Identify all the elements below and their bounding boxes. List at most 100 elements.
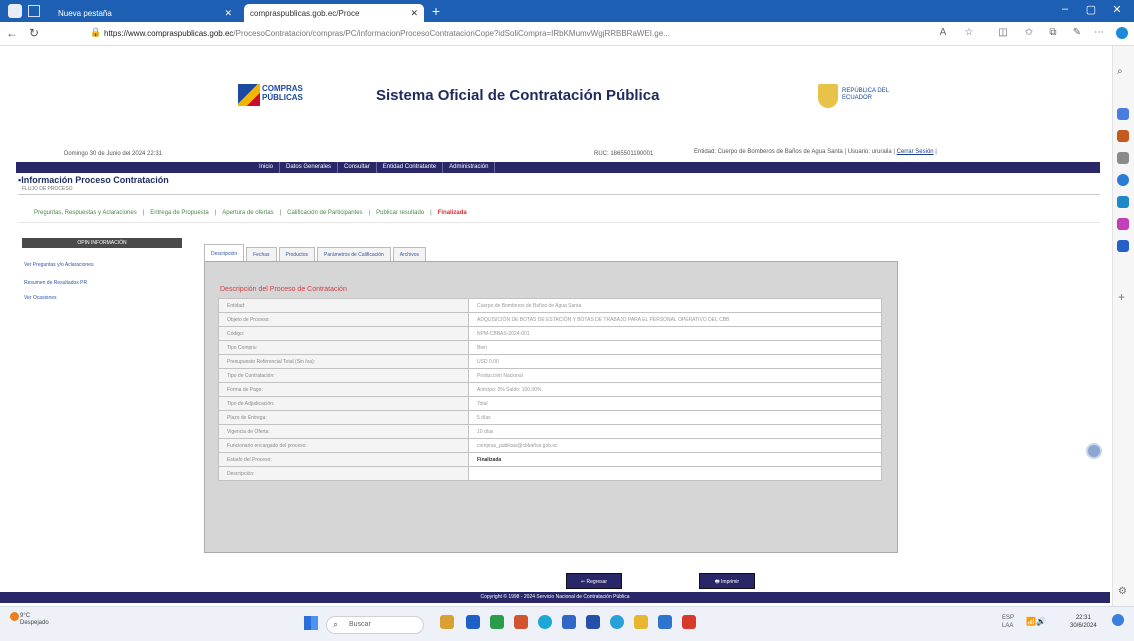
maximize-icon[interactable]: ▢ <box>1080 3 1102 16</box>
more-menu-icon[interactable]: ⋯ <box>1092 27 1106 38</box>
settings-gear-icon[interactable]: ⚙ <box>1118 586 1127 597</box>
read-aloud-icon[interactable]: A <box>936 27 950 38</box>
clock[interactable]: 22:31 30/6/2024 <box>1070 614 1097 630</box>
outlook-icon[interactable] <box>1117 218 1129 230</box>
row-value: Producción Nacional <box>468 368 882 383</box>
file-explorer-icon[interactable] <box>634 615 648 629</box>
app-icon[interactable] <box>658 615 672 629</box>
search-icon: ⌕ <box>333 619 339 629</box>
extensions-icon[interactable]: ✎ <box>1070 27 1084 38</box>
country-text: REPÚBLICA DEL ECUADOR <box>842 88 889 101</box>
notification-icon[interactable] <box>1112 614 1124 626</box>
row-label: Tipo Compra: <box>218 340 469 355</box>
favorites-icon[interactable]: ✩ <box>1022 27 1036 38</box>
back-button[interactable]: ⇐ Regresar <box>566 573 622 589</box>
close-window-icon[interactable]: ✕ <box>1106 3 1128 16</box>
language-indicator[interactable]: ESP LAA <box>1002 614 1014 630</box>
tab-fechas[interactable]: Fechas <box>246 247 277 262</box>
link-resumen[interactable]: Resumen de Resultados PR <box>24 280 87 286</box>
description-table: Entidad: Cuerpo de Bomberos de Baños de A… <box>218 298 882 481</box>
process-steps: Preguntas, Respuestas y Aclaraciones | En… <box>34 210 467 216</box>
row-label: Funcionario encargado del proceso: <box>218 438 469 453</box>
ecuador-shield-logo <box>818 84 838 108</box>
row-label: Tipo de Adjudicación: <box>218 396 469 411</box>
row-label: Descripción: <box>218 466 469 481</box>
tab-actions-icon[interactable] <box>28 5 40 17</box>
games-icon[interactable] <box>1117 174 1129 186</box>
link-ocasiones[interactable]: Ver Ocasiones <box>24 295 57 301</box>
tab-parametros[interactable]: Parámetros de Calificación <box>317 247 391 262</box>
copilot-icon[interactable] <box>1116 27 1128 39</box>
print-button[interactable]: 🖶 Imprimir <box>699 573 755 589</box>
step-publicar[interactable]: Publicar resultado <box>376 210 424 216</box>
table-row: Objeto de Proceso: ADQUISICIÓN DE BOTAS D… <box>218 312 882 327</box>
nav-inicio[interactable]: Inicio <box>253 162 281 173</box>
row-value: Anticipo: 0% Saldo: 100.00% <box>468 382 882 397</box>
nav-datos-generales[interactable]: Datos Generales <box>280 162 339 173</box>
row-label: Código: <box>218 326 469 341</box>
split-screen-icon[interactable]: ◫ <box>996 27 1010 38</box>
close-icon[interactable]: ✕ <box>410 8 418 19</box>
browser-tab-active[interactable]: compraspublicas.gob.ec/Proce ✕ <box>244 4 424 22</box>
floating-action-icon[interactable] <box>1086 443 1102 459</box>
close-icon[interactable]: ✕ <box>224 8 232 19</box>
favorite-star-icon[interactable]: ☆ <box>962 27 976 38</box>
url-path: /ProcesoContratacion/compras/PC/informac… <box>233 29 670 38</box>
shopping-icon[interactable] <box>1117 130 1129 142</box>
url-field[interactable]: https://www.compraspublicas.gob.ec/Proce… <box>104 26 916 42</box>
tools-icon[interactable] <box>1117 152 1129 164</box>
app-icon[interactable] <box>610 615 624 629</box>
logout-link[interactable]: Cerrar Sesión <box>897 149 934 155</box>
drop-icon[interactable] <box>1117 240 1129 252</box>
nav-administracion[interactable]: Administración <box>443 162 496 173</box>
row-value: Total <box>468 396 882 411</box>
app-icon[interactable] <box>562 615 576 629</box>
row-label: Forma de Pago: <box>218 382 469 397</box>
lock-icon[interactable]: 🔒 <box>88 27 104 38</box>
browser-tab-new[interactable]: Nueva pestaña ✕ <box>52 4 238 22</box>
office-icon[interactable] <box>1117 196 1129 208</box>
start-icon[interactable] <box>304 616 318 630</box>
taskbar-search[interactable]: Buscar <box>326 616 424 634</box>
collections-icon[interactable]: ⧉ <box>1046 27 1060 38</box>
edge-icon[interactable] <box>538 615 552 629</box>
sidebar-app-icon[interactable] <box>1117 108 1129 120</box>
step-apertura[interactable]: Apertura de ofertas <box>222 210 273 216</box>
browser-profile-icon[interactable] <box>8 4 22 18</box>
app-icon[interactable] <box>682 615 696 629</box>
tab-archivos[interactable]: Archivos <box>392 247 426 262</box>
section-title: Descripción del Proceso de Contratación <box>220 286 347 293</box>
new-tab-icon[interactable]: + <box>428 3 444 19</box>
entity-user-info: Entidad: Cuerpo de Bomberos de Baños de … <box>694 149 937 155</box>
app-icon[interactable] <box>586 615 600 629</box>
widgets-app-icon[interactable] <box>440 615 454 629</box>
refresh-icon[interactable]: ↻ <box>26 26 42 40</box>
add-sidebar-icon[interactable]: + <box>1118 290 1125 304</box>
nav-consultar[interactable]: Consultar <box>338 162 377 173</box>
row-label: Objeto de Proceso: <box>218 312 469 327</box>
step-preguntas[interactable]: Preguntas, Respuestas y Aclaraciones <box>34 210 137 216</box>
row-value: USD 0.00 <box>468 354 882 369</box>
nav-entidad-contratante[interactable]: Entidad Contratante <box>377 162 444 173</box>
table-row: Funcionario encargado del proceso: compra… <box>218 438 882 453</box>
back-arrow-icon[interactable]: ← <box>4 26 20 40</box>
left-menu-header: OPIN INFORMACIÓN <box>22 238 182 248</box>
search-icon[interactable]: ⌕ <box>1117 66 1129 78</box>
network-volume-icon[interactable]: 📶🔊 <box>1026 617 1046 626</box>
app-icon[interactable] <box>466 615 480 629</box>
link-preguntas[interactable]: Ver Preguntas y/o Aclaraciones <box>24 262 94 268</box>
table-row: Estado del Proceso: Finalizada <box>218 452 882 467</box>
divider <box>18 222 1100 223</box>
tab-label: compraspublicas.gob.ec/Proce <box>250 8 360 18</box>
step-entrega[interactable]: Entrega de Propuesta <box>150 210 208 216</box>
minimize-icon[interactable]: – <box>1054 3 1076 15</box>
tab-descripcion[interactable]: Descripción <box>204 244 245 262</box>
weather-widget[interactable]: 9°C Despejado <box>20 613 49 627</box>
tab-productos[interactable]: Productos <box>278 247 316 262</box>
entity-label: Entidad: Cuerpo de Bomberos de Baños de … <box>694 149 843 155</box>
app-icon[interactable] <box>514 615 528 629</box>
app-icon[interactable] <box>490 615 504 629</box>
table-row: Tipo de Adjudicación: Total <box>218 396 882 411</box>
step-calificacion[interactable]: Calificación de Participantes <box>287 210 362 216</box>
divider <box>18 194 1100 195</box>
